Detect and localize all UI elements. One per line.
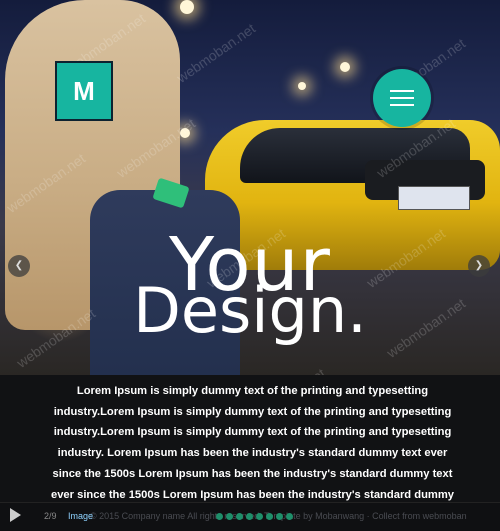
street-light (180, 0, 194, 14)
hamburger-icon (390, 90, 414, 92)
hamburger-icon (390, 97, 414, 99)
slide-label: Image (68, 511, 94, 521)
slide-counter: 2/9 (44, 511, 57, 521)
street-light (340, 62, 350, 72)
slide-dot[interactable] (246, 513, 253, 520)
slide-dot[interactable] (256, 513, 263, 520)
slide-dot[interactable] (266, 513, 273, 520)
slide-dot[interactable] (236, 513, 243, 520)
slide-caption: Lorem Ipsum is simply dummy text of the … (0, 375, 500, 521)
slide-dot[interactable] (286, 513, 293, 520)
slide-dot[interactable] (226, 513, 233, 520)
slide-dot[interactable] (276, 513, 283, 520)
taxi-plate (398, 186, 470, 210)
headline-line-2: Design. (133, 274, 367, 347)
play-icon[interactable] (10, 508, 21, 522)
menu-button[interactable] (373, 69, 431, 127)
street-light (298, 82, 306, 90)
hamburger-icon (390, 104, 414, 106)
site-logo[interactable]: M (55, 61, 113, 121)
slide-dot[interactable] (216, 513, 223, 520)
